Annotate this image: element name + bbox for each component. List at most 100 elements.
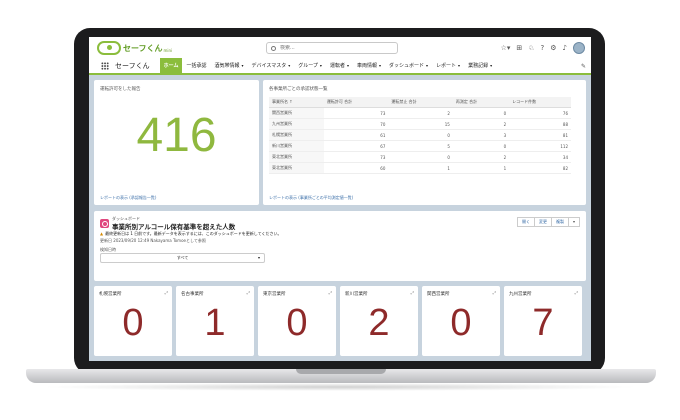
expand-icon[interactable]: ⤢ — [165, 290, 168, 295]
value-cell: 73 — [323, 151, 389, 163]
search-icon — [271, 45, 276, 51]
view-report-link[interactable]: レポートの表示 (承認報告一覧) — [100, 195, 156, 201]
app-launcher-icon[interactable] — [101, 62, 109, 70]
column-header[interactable]: 再測定 合計 — [452, 97, 510, 108]
expand-icon[interactable]: ⤢ — [329, 290, 332, 295]
value-cell: 2 — [388, 107, 453, 119]
nav-tab[interactable]: 酒気帯情報 ▾ — [210, 58, 247, 74]
date-filter-select[interactable]: すべて ▾ — [100, 253, 265, 263]
expand-icon[interactable]: ⤢ — [575, 290, 578, 295]
table-body: 関西営業所 73 2 0 76 九州営業所 70 15 2 88 札幌営業所 61 0 3 81 新川営業所 6… — [269, 107, 571, 174]
nav-tab[interactable]: 車両情報 ▾ — [353, 58, 385, 74]
tile-value: 0 — [122, 302, 144, 344]
value-cell: 88 — [509, 118, 571, 130]
view-report-link[interactable]: レポートの表示 (事業所ごとの平均測定値一覧) — [269, 195, 353, 201]
nav-tabs: ホーム 一括承認 酒気帯情報 ▾ デバイスマスタ ▾ グループ ▾ 運転者 ▾ 車両情報 ▾ ダッシュボ… — [159, 58, 497, 74]
office-status-card: 各事業所ごとの承認状態一覧 事業所名 ↑ 運転許可 合計 運転禁止 合計 再測定 合計… — [263, 80, 586, 205]
more-actions-button[interactable]: ▾ — [568, 217, 580, 227]
value-cell: 34 — [509, 151, 571, 163]
metric-tile: 名古事業所 ⤢ 1 — [176, 286, 254, 356]
nav-tab-label: レポート — [436, 63, 457, 69]
chevron-down-icon[interactable]: ▾ — [347, 63, 349, 68]
chevron-down-icon[interactable]: ▾ — [241, 63, 243, 68]
nav-tab[interactable]: グループ ▾ — [294, 58, 326, 74]
nav-tab[interactable]: ダッシュボード ▾ — [385, 58, 432, 74]
laptop-shadow — [40, 383, 640, 391]
tile-title: 東京営業所 — [263, 292, 286, 297]
column-header[interactable]: 運転許可 合計 — [323, 97, 389, 108]
bell-icon[interactable]: ♪ — [563, 42, 567, 54]
expand-icon[interactable]: ⤢ — [247, 290, 250, 295]
chevron-down-icon[interactable]: ▾ — [458, 63, 460, 68]
favorites-star-icon[interactable]: ☆▾ — [501, 42, 511, 54]
dashboard-button-group: 開く 変更 複製 ▾ — [516, 217, 580, 227]
nav-tab[interactable]: レポート ▾ — [432, 58, 464, 74]
dashboard-icon — [100, 219, 109, 228]
expand-icon[interactable]: ⤢ — [411, 290, 414, 295]
value-cell: 0 — [452, 107, 510, 119]
nav-tab-label: グループ — [298, 63, 318, 69]
edit-nav-icon[interactable]: ✎ — [581, 63, 586, 70]
metric-tile: 新川営業所 ⤢ 2 — [340, 286, 418, 356]
logo-subtext: mini — [163, 47, 173, 53]
edit-button[interactable]: 変更 — [534, 217, 552, 227]
global-search[interactable] — [266, 42, 398, 54]
value-cell: 1 — [452, 162, 510, 174]
expand-icon[interactable]: ⤢ — [493, 290, 496, 295]
value-cell: 67 — [323, 140, 389, 152]
add-icon[interactable]: ⊞ — [516, 42, 522, 54]
laptop-notch — [296, 369, 386, 374]
value-cell: 2 — [452, 151, 510, 163]
value-cell: 15 — [388, 118, 453, 130]
table-row: 札幌営業所 61 0 3 81 — [269, 129, 571, 141]
global-header: セーフくん mini ☆▾ ⊞ ♘ ? ⚙ ♪ — [89, 37, 591, 59]
nav-tab[interactable]: 業務記録 ▾ — [464, 58, 496, 74]
tile-title: 関西営業所 — [427, 292, 450, 297]
tile-title: 札幌営業所 — [99, 292, 122, 297]
help-icon[interactable]: ? — [541, 42, 545, 54]
chevron-down-icon[interactable]: ▾ — [490, 63, 492, 68]
chevron-down-icon[interactable]: ▾ — [288, 63, 290, 68]
app-name: セーフくん — [115, 62, 150, 70]
dashboard-title: 事業所別アルコール保有基準を超えた人数 — [112, 223, 236, 231]
column-header[interactable]: 事業所名 ↑ — [269, 97, 324, 108]
chevron-down-icon[interactable]: ▾ — [379, 63, 381, 68]
value-cell: 81 — [509, 129, 571, 141]
nav-tab[interactable]: 一括承認 — [182, 58, 210, 74]
warning-text: 最終更新日は 1 日前です。最新データを表示するには、このダッシュボードを更新し… — [105, 231, 282, 236]
column-header[interactable]: 運転禁止 合計 — [388, 97, 453, 108]
value-cell: 0 — [452, 140, 510, 152]
setup-assistant-icon[interactable]: ♘ — [528, 42, 534, 54]
search-input[interactable] — [280, 45, 390, 51]
value-cell: 61 — [323, 129, 389, 141]
nav-tab-label: 一括承認 — [186, 63, 207, 69]
value-cell: 73 — [323, 107, 389, 119]
chevron-down-icon: ▾ — [257, 255, 260, 260]
card-title: 各事業所ごとの承認状態一覧 — [269, 87, 328, 92]
logo-text: セーフくん — [123, 43, 163, 53]
value-cell: 0 — [388, 151, 453, 163]
tile-value: 0 — [286, 302, 308, 344]
nav-tab-label: 車両情報 — [356, 63, 377, 69]
gear-icon[interactable]: ⚙ — [550, 42, 556, 54]
office-status-table: 事業所名 ↑ 運転許可 合計 運転禁止 合計 再測定 合計 レコード件数 関西営業所 73… — [269, 97, 571, 174]
metric-tile: 札幌営業所 ⤢ 0 — [94, 286, 172, 356]
chevron-down-icon[interactable]: ▾ — [426, 63, 428, 68]
column-header[interactable]: レコード件数 — [509, 97, 571, 108]
table-row: 九州営業所 70 15 2 88 — [269, 118, 571, 130]
value-cell: 1 — [388, 162, 453, 174]
metric-tile: 関西営業所 ⤢ 0 — [422, 286, 500, 356]
clone-button[interactable]: 複製 — [551, 217, 569, 227]
office-name-cell: 東北営業所 — [269, 151, 324, 163]
chevron-down-icon[interactable]: ▾ — [320, 63, 322, 68]
avatar[interactable] — [573, 42, 585, 54]
nav-tab[interactable]: デバイスマスタ ▾ — [248, 58, 295, 74]
tile-value: 1 — [204, 302, 226, 344]
nav-tab[interactable]: ホーム — [159, 58, 183, 74]
nav-tab[interactable]: 運転者 ▾ — [326, 58, 353, 74]
open-button[interactable]: 開く — [516, 217, 535, 227]
stale-data-warning: ▲ 最終更新日は 1 日前です。最新データを表示するには、このダッシュボードを更新… — [100, 231, 282, 237]
office-name-cell: 新川営業所 — [269, 140, 324, 152]
app-logo[interactable]: セーフくん mini — [97, 41, 172, 55]
tile-title: 新川営業所 — [345, 292, 368, 297]
